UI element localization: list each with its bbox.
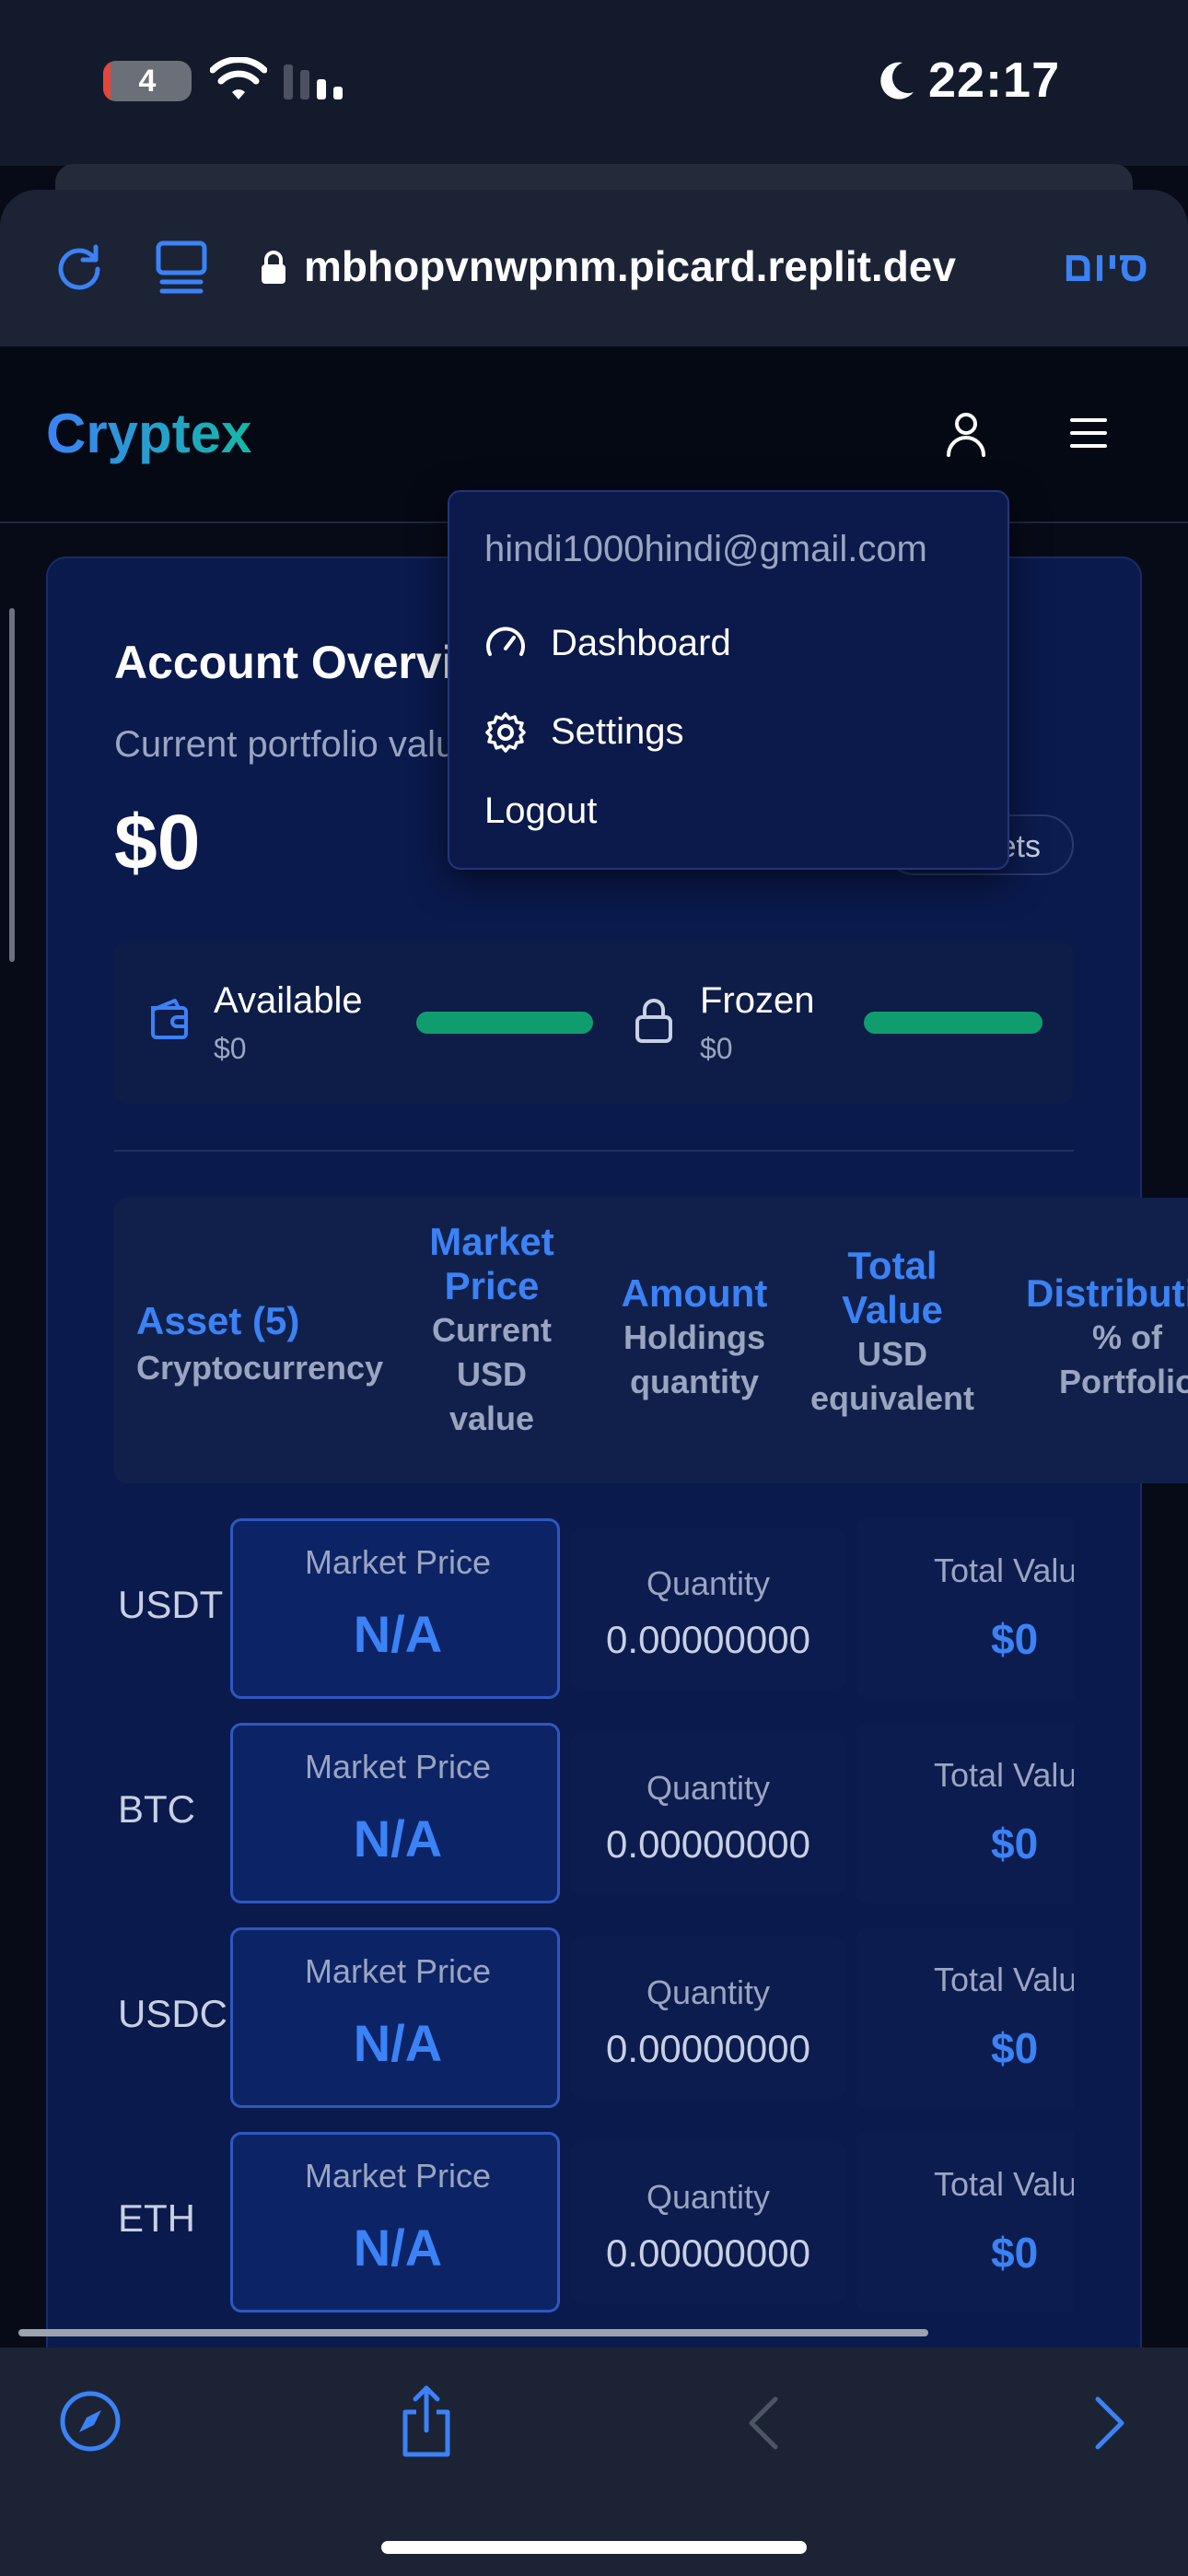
clock: 22:17 [928,53,1061,108]
vertical-scrollbar[interactable] [9,608,15,962]
wallet-icon [151,999,188,1039]
hamburger-menu-icon[interactable] [1068,416,1109,450]
lock-icon [635,999,672,1043]
wifi-icon [210,57,267,100]
gear-icon [485,712,526,753]
available-progress-bar [416,1012,593,1034]
user-dropdown-menu: hindi1000hindi@gmail.com Dashboard Setti… [448,490,1009,870]
forward-icon[interactable] [1092,2395,1129,2451]
horizontal-scrollbar[interactable] [18,2329,928,2336]
asset-symbol: BTC [118,1787,195,1831]
table-row[interactable]: USDT Market Price N/A Quantity 0.0000000… [114,1518,1074,1703]
table-row[interactable]: ETH Market Price N/A Quantity 0.00000000… [114,2132,1074,2316]
quantity-cell: Quantity 0.00000000 [571,2141,845,2303]
frozen-value: $0 [700,1032,733,1065]
column-header-distribution[interactable]: Distribution % of Portfolio [1026,1271,1188,1404]
battery-icon: 4 [103,61,192,101]
share-icon[interactable] [398,2384,455,2458]
frozen-progress-bar [864,1012,1042,1034]
total-value-cell: Total Value $0 [856,1927,1074,2108]
home-indicator[interactable] [381,2541,807,2554]
menu-item-dashboard[interactable]: Dashboard [484,612,982,676]
table-row[interactable]: USDC Market Price N/A Quantity 0.0000000… [114,1927,1074,2112]
column-header-market-price[interactable]: Market Price Current USD value [418,1220,565,1441]
portfolio-subtitle: Current portfolio value [114,724,477,765]
column-header-total-value[interactable]: Total Value USD equivalent [796,1244,989,1421]
asset-symbol: ETH [118,2196,195,2240]
reader-icon[interactable] [155,240,208,295]
compass-icon[interactable] [59,2390,122,2453]
cellular-signal-icon [284,64,343,100]
menu-item-settings[interactable]: Settings [484,700,982,765]
asset-symbol: USDT [118,1583,224,1626]
market-price-cell: Market Price N/A [230,1518,560,1699]
menu-item-logout[interactable]: Logout [484,790,597,832]
total-value-cell: Total Value $0 [856,1518,1074,1699]
quantity-cell: Quantity 0.00000000 [571,1528,845,1690]
divider [114,1150,1074,1152]
asset-symbol: USDC [118,1992,228,2035]
portfolio-value: $0 [114,799,201,885]
table-header: Asset (5) Cryptocurrency Market Price Cu… [114,1198,1188,1483]
url-text[interactable]: mbhopvnwpnm.picard.replit.dev [304,241,956,291]
app-logo[interactable]: Cryptex [46,402,251,465]
user-email: hindi1000hindi@gmail.com [484,529,927,569]
column-header-asset[interactable]: Asset (5) Cryptocurrency [136,1295,383,1389]
table-row[interactable]: BTC Market Price N/A Quantity 0.00000000… [114,1723,1074,1907]
quantity-cell: Quantity 0.00000000 [571,1937,845,2099]
available-value: $0 [214,1032,247,1065]
user-icon[interactable] [945,411,987,457]
total-value-cell: Total Value $0 [856,1723,1074,1903]
frozen-label: Frozen [700,980,815,1021]
market-price-cell: Market Price N/A [230,2132,560,2313]
column-header-amount[interactable]: Amount Holdings quantity [602,1271,786,1404]
market-price-cell: Market Price N/A [230,1927,560,2108]
total-value-cell: Total Value $0 [856,2132,1074,2313]
reload-icon[interactable] [53,241,105,293]
quantity-cell: Quantity 0.00000000 [571,1732,845,1894]
back-icon[interactable] [744,2395,781,2451]
market-price-cell: Market Price N/A [230,1723,560,1903]
gauge-icon [486,626,525,656]
moon-icon [880,62,914,100]
available-label: Available [214,980,363,1021]
done-button[interactable]: סיום [1063,241,1148,291]
lock-icon [262,251,285,284]
